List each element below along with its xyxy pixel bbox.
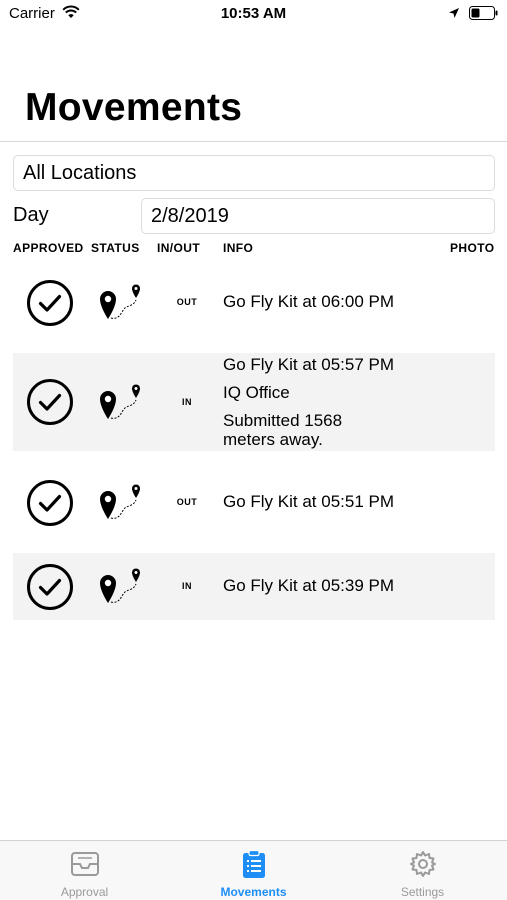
movement-info: Go Fly Kit at 05:51 PM: [223, 490, 394, 514]
movement-row[interactable]: IN Go Fly Kit at 05:57 PM IQ Office Subm…: [13, 353, 495, 451]
approved-check-icon[interactable]: [26, 279, 74, 327]
approved-check-icon[interactable]: [26, 378, 74, 426]
tab-movements[interactable]: Movements: [169, 841, 338, 900]
column-header-inout: IN/OUT: [157, 241, 201, 255]
title-divider: [0, 141, 507, 142]
tab-label: Approval: [60, 885, 109, 899]
route-pin-icon: [97, 482, 145, 522]
tab-settings[interactable]: Settings: [338, 841, 507, 900]
info-line: meters away.: [223, 430, 323, 449]
approved-check-icon[interactable]: [26, 563, 74, 611]
route-pin-icon: [97, 566, 145, 606]
clock-time: 10:53 AM: [220, 5, 287, 22]
tab-approval[interactable]: Approval: [0, 841, 169, 900]
inout-label: IN: [182, 581, 192, 591]
clipboard-list-icon: [239, 849, 269, 879]
route-pin-icon: [97, 282, 145, 322]
info-line: Go Fly Kit at 05:51 PM: [223, 492, 395, 511]
info-line: Go Fly Kit at 05:57 PM: [223, 355, 395, 374]
tab-label: Settings: [400, 885, 445, 899]
info-line: IQ Office: [223, 383, 290, 402]
column-header-approved: APPROVED: [13, 241, 84, 255]
column-header-info: INFO: [223, 241, 254, 255]
movement-info: Go Fly Kit at 05:57 PM IQ Office Submitt…: [223, 353, 394, 451]
day-picker[interactable]: 2/8/2019: [141, 198, 495, 234]
inout-label: OUT: [176, 297, 198, 307]
inout-label: IN: [182, 397, 192, 407]
tab-label: Movements: [220, 885, 287, 899]
approved-check-icon[interactable]: [26, 479, 74, 527]
movement-info: Go Fly Kit at 05:39 PM: [223, 574, 394, 598]
column-header-status: STATUS: [91, 241, 140, 255]
gear-icon: [408, 849, 438, 879]
info-line: Go Fly Kit at 06:00 PM: [223, 292, 395, 311]
page-title: Movements: [25, 86, 243, 129]
location-arrow-icon: [448, 6, 460, 23]
movement-row[interactable]: OUT Go Fly Kit at 06:00 PM: [13, 265, 495, 341]
column-header-photo: PHOTO: [450, 241, 495, 255]
inout-label: OUT: [176, 497, 198, 507]
info-line: Go Fly Kit at 05:39 PM: [223, 576, 395, 595]
route-pin-icon: [97, 382, 145, 422]
info-line: Submitted 1568: [223, 411, 343, 430]
tab-bar: Approval Movements Settings: [0, 840, 507, 900]
location-picker[interactable]: All Locations: [13, 155, 495, 191]
battery-icon: [469, 6, 499, 24]
movement-row[interactable]: OUT Go Fly Kit at 05:51 PM: [13, 465, 495, 541]
inbox-tray-icon: [70, 849, 100, 879]
day-label: Day: [13, 204, 49, 226]
movement-row[interactable]: IN Go Fly Kit at 05:39 PM: [13, 553, 495, 620]
status-bar: Carrier 10:53 AM: [0, 0, 507, 28]
movement-info: Go Fly Kit at 06:00 PM: [223, 290, 394, 314]
